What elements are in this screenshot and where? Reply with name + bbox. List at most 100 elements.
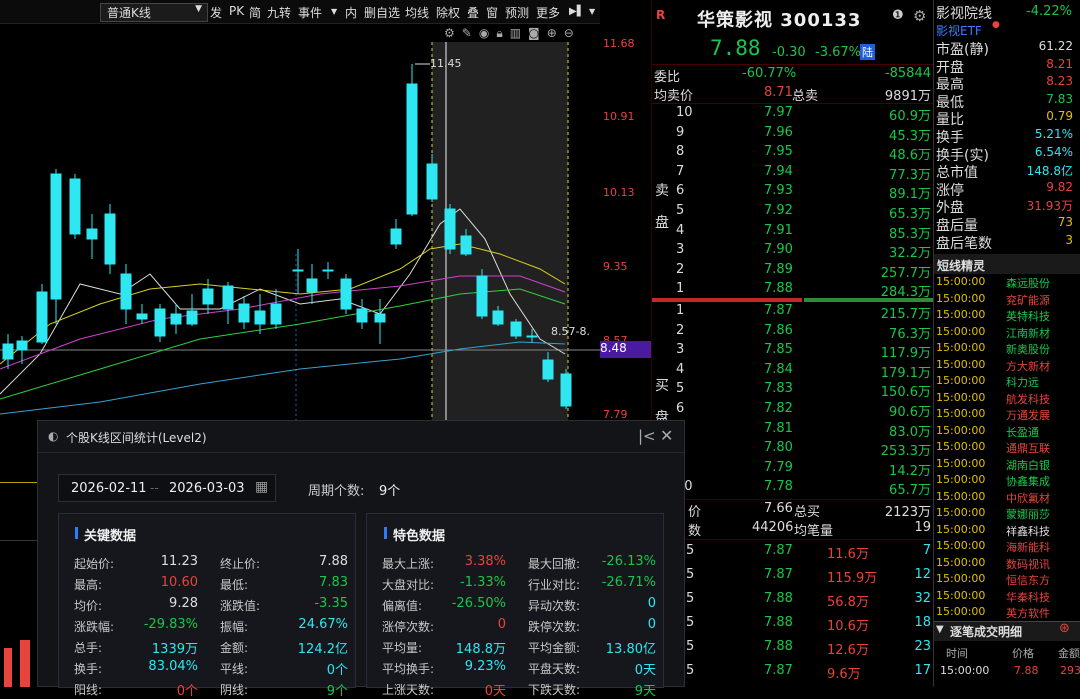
date-range-picker[interactable]: 2026-02-11 -- 2026-03-03 ▦ [58, 474, 276, 502]
close-icon[interactable]: ✕ [660, 426, 673, 445]
order-level-row[interactable]: 1 7.88 284.3万 [652, 280, 933, 300]
kline-chart[interactable] [0, 24, 600, 424]
date-to[interactable]: 2026-03-03 [169, 481, 245, 496]
toolbar-item[interactable]: 简 [249, 4, 261, 21]
total-sell: 9891万 [884, 89, 931, 104]
toolbar-item[interactable]: 窗 [486, 4, 498, 21]
toolbar-item[interactable]: 预测 [505, 4, 529, 21]
order-level-row[interactable]: 5 7.92 65.3万 [652, 202, 933, 222]
gear-icon[interactable]: ⚙ [913, 7, 926, 25]
toolbar-item[interactable]: 均线 [405, 4, 429, 21]
collapse-left-icon[interactable]: |< [638, 427, 656, 445]
play-icon[interactable]: ▶▌ [569, 6, 584, 17]
toolbar-item[interactable]: PK [229, 4, 244, 18]
sprite-stock: 江南新材 [1006, 326, 1050, 340]
stat-value: -26.13% [601, 554, 656, 569]
kline-svg[interactable] [0, 24, 600, 424]
date-from[interactable]: 2026-02-11 [71, 481, 147, 496]
eye-icon[interactable]: ◉ [479, 26, 496, 40]
order-level-row[interactable]: 2 7.89 257.7万 [652, 261, 933, 281]
level-volume: 60.9万 [889, 109, 931, 124]
stat-value: 7.83 [1046, 91, 1073, 106]
sprite-time: 15:00:00 [936, 572, 986, 585]
zoom-in-icon[interactable]: ⊕ [547, 26, 564, 40]
level-num: 5 [676, 381, 685, 397]
order-level-row[interactable]: 107.7865.7万 [652, 478, 933, 498]
candle-body [542, 359, 554, 380]
stock-name: 华策影视 [697, 10, 773, 31]
order-level-row[interactable]: 3 7.90 32.2万 [652, 241, 933, 261]
kline-type-select[interactable]: 普通K线 ▼ [100, 3, 208, 22]
tick-count: 32 [914, 591, 931, 606]
stat-value: 6.54% [1034, 144, 1073, 159]
order-level-row[interactable]: 97.7914.2万 [652, 459, 933, 479]
camera-icon[interactable]: ◙ [528, 26, 547, 40]
toolbar-item[interactable]: 内 [345, 4, 357, 21]
info-icon[interactable]: ❶ [892, 8, 904, 23]
order-level-row[interactable]: 7 7.94 77.3万 [652, 163, 933, 183]
sprite-time: 15:00:00 [936, 588, 986, 602]
order-level-row[interactable]: 1 7.87 215.7万 [652, 302, 933, 322]
order-level-row[interactable]: 4 7.84 179.1万 [652, 361, 933, 381]
order-level-row[interactable]: 2 7.86 76.3万 [652, 322, 933, 342]
stat-label: 平均换手: [382, 662, 435, 676]
order-level-row[interactable]: 6 7.93 89.1万 [652, 182, 933, 202]
delete-icon[interactable]: ▥ [510, 26, 528, 40]
order-level-row[interactable]: 9 7.96 45.3万 [652, 124, 933, 144]
chevron-down-icon[interactable]: ▼ [589, 7, 595, 16]
stat-row: 涨停 9.82 [934, 179, 1080, 199]
sector-name[interactable]: 影视院线 [936, 3, 992, 23]
settings-icon[interactable]: ⚙ [444, 26, 462, 40]
tick-time: 5 [686, 639, 695, 654]
etf-link[interactable]: 影视ETF [936, 22, 982, 39]
candle-body [460, 235, 472, 255]
order-level-row[interactable]: 5 7.83 150.6万 [652, 380, 933, 400]
order-level-row[interactable]: 10 7.97 60.9万 [652, 104, 933, 124]
stat-label: 平线: [220, 662, 249, 676]
order-level-row[interactable]: 3 7.85 117.9万 [652, 341, 933, 361]
toolbar-item[interactable]: 发 [210, 4, 222, 21]
toolbar-item[interactable]: 九转 [267, 4, 291, 21]
level-num: 1 [676, 281, 685, 297]
sprite-time: 15:00:00 [936, 506, 986, 519]
stat-row: 开盘 8.21 [934, 56, 1080, 76]
order-level-row[interactable]: 77.8183.0万 [652, 420, 933, 440]
candle-body [36, 291, 48, 343]
candle-body [476, 275, 488, 317]
change: -0.30 [772, 45, 806, 60]
order-level-row[interactable]: 6 7.82 90.6万 [652, 400, 933, 420]
toolbar-item[interactable]: 事件 [298, 4, 322, 21]
interval-stats-dialog: ◐ 个股K线区间统计(Level2) |< ✕ 2026-02-11 -- 20… [37, 420, 685, 699]
current-price-tag-text: 8.48 [600, 341, 627, 355]
stat-value: 9.23% [464, 659, 506, 674]
stat-label: 最大上涨: [382, 557, 435, 571]
stat-label: 偏离值: [382, 599, 423, 613]
stat-value: 10.60 [160, 575, 198, 590]
candle-body [50, 173, 62, 300]
level-price: 7.79 [764, 459, 793, 475]
order-level-row[interactable]: 4 7.91 85.3万 [652, 222, 933, 242]
toolbar-item[interactable]: 叠 [467, 4, 479, 21]
tick-row: 5 7.88 12.6万 23 [652, 638, 933, 658]
order-level-row[interactable]: 87.80253.3万 [652, 439, 933, 459]
deals-settings-icon[interactable]: ⊛ [1059, 621, 1070, 636]
zoom-out-icon[interactable]: ⊖ [564, 26, 581, 40]
toolbar-item[interactable]: 删自选 [364, 4, 400, 21]
candle-body [202, 288, 214, 305]
calendar-icon[interactable]: ▦ [255, 479, 268, 495]
collapse-icon[interactable]: ▼ [936, 624, 944, 635]
candle-body [120, 273, 132, 310]
kline-type-label: 普通K线 [107, 6, 151, 20]
lock-icon[interactable]: 🔒︎ [496, 26, 509, 40]
avg-sell-label: 均卖价 [654, 89, 694, 104]
chevron-down-icon[interactable]: ▼ [331, 7, 337, 16]
order-level-row[interactable]: 8 7.95 48.6万 [652, 143, 933, 163]
level-volume: 215.7万 [880, 307, 931, 322]
stat-value: 0天 [634, 663, 656, 678]
toolbar-item[interactable]: 除权 [436, 4, 460, 21]
tick-time: 5 [686, 591, 695, 606]
stat-value: -29.83% [143, 617, 198, 632]
tick-count: 12 [914, 567, 931, 582]
toolbar-item[interactable]: 更多 [536, 4, 560, 21]
pen-icon[interactable]: ✎ [462, 26, 479, 40]
